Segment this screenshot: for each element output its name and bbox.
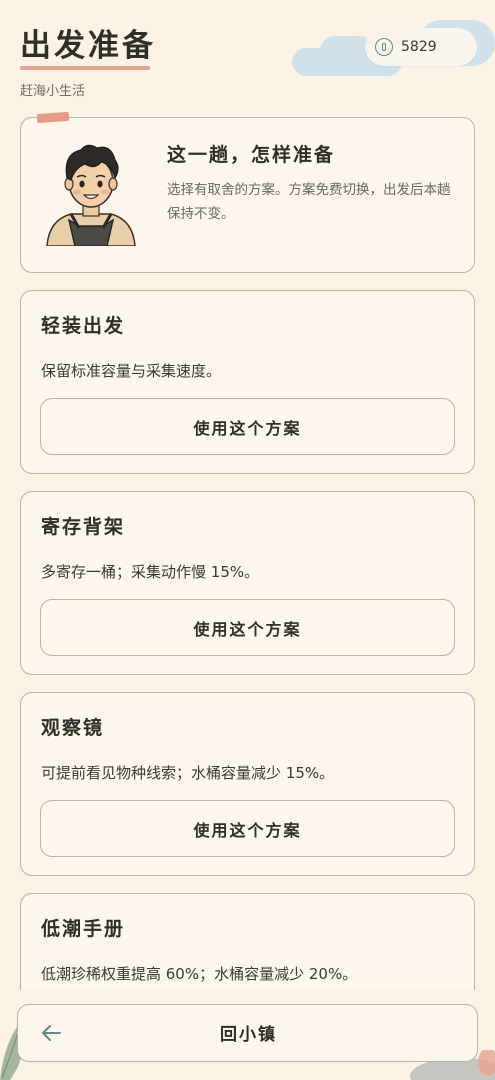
page-title: 出发准备 [20, 28, 156, 64]
plan-description: 保留标准容量与采集速度。 [41, 362, 222, 380]
use-plan-button[interactable]: 使用这个方案 [40, 599, 455, 656]
intro-card: 这一趟，怎样准备 选择有取舍的方案。方案免费切换，出发后本趟保持不变。 [20, 111, 475, 273]
tape-decoration [36, 111, 70, 124]
plan-title: 寄存背架 [41, 516, 126, 538]
back-label: 回小镇 [220, 1025, 277, 1045]
plan-card-observation-lens: 观察镜 可提前看见物种线索；水桶容量减少 15%。 使用这个方案 [20, 692, 475, 876]
back-to-town-button[interactable]: 回小镇 [17, 1004, 478, 1062]
plan-title: 低潮手册 [41, 918, 126, 940]
plan-description: 可提前看见物种线索；水桶容量减少 15%。 [41, 764, 335, 782]
coin-balance: 5829 [365, 28, 477, 66]
use-plan-button[interactable]: 使用这个方案 [40, 398, 455, 455]
plan-card-storage-rack: 寄存背架 多寄存一桶；采集动作慢 15%。 使用这个方案 [20, 491, 475, 675]
plan-description: 低潮珍稀权重提高 60%；水桶容量减少 20%。 [41, 965, 358, 983]
plan-description: 多寄存一桶；采集动作慢 15%。 [41, 563, 260, 581]
character-avatar [46, 144, 136, 246]
plan-title: 轻装出发 [41, 315, 126, 337]
plan-card-light: 轻装出发 保留标准容量与采集速度。 使用这个方案 [20, 290, 475, 474]
intro-text: 选择有取舍的方案。方案免费切换，出发后本趟保持不变。 [167, 182, 451, 222]
page-subtitle: 赶海小生活 [20, 84, 86, 99]
plan-title: 观察镜 [41, 717, 105, 739]
intro-heading: 这一趟，怎样准备 [167, 144, 336, 166]
header: 出发准备 赶海小生活 5829 [0, 0, 495, 108]
use-plan-button[interactable]: 使用这个方案 [40, 800, 455, 857]
coin-value: 5829 [401, 39, 437, 55]
coin-icon [375, 38, 393, 56]
title-underline [20, 66, 150, 70]
